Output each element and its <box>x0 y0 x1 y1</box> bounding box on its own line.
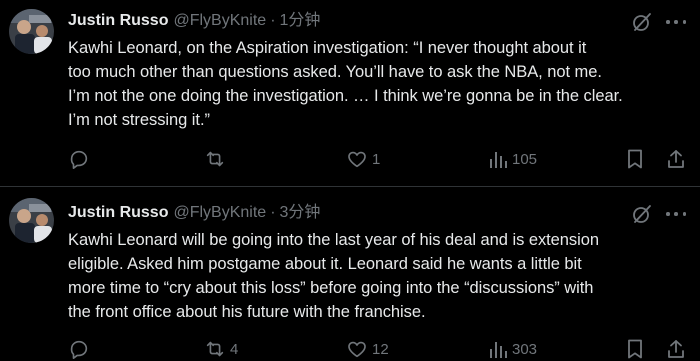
views-button[interactable]: 105 <box>488 147 537 171</box>
share-icon <box>666 148 686 170</box>
like-icon <box>346 148 368 170</box>
reply-button[interactable] <box>68 337 94 361</box>
repost-button[interactable]: 4 <box>204 337 238 361</box>
more-icon[interactable] <box>666 206 686 222</box>
share-icon <box>666 338 686 360</box>
avatar[interactable] <box>9 9 54 54</box>
like-button[interactable]: 1 <box>346 147 380 171</box>
like-button[interactable]: 12 <box>346 337 389 361</box>
separator: · <box>270 12 276 29</box>
grok-icon[interactable] <box>630 10 654 34</box>
avatar[interactable] <box>9 198 54 243</box>
views-count: 303 <box>512 340 538 358</box>
repost-count: 4 <box>230 340 239 358</box>
repost-icon <box>204 148 226 170</box>
timestamp[interactable]: 3分钟 <box>280 202 321 224</box>
tweet-text: Kawhi Leonard, on the Aspiration investi… <box>68 39 623 129</box>
views-icon <box>488 338 508 360</box>
share-button[interactable] <box>666 147 686 171</box>
timestamp[interactable]: 1分钟 <box>280 10 321 32</box>
views-button[interactable]: 303 <box>488 337 537 361</box>
tweet[interactable]: Justin Russo @FlyByKnite · 3分钟 Kawhi Leo… <box>0 187 700 361</box>
repost-icon <box>204 338 226 360</box>
bookmark-icon <box>625 338 645 360</box>
like-count: 12 <box>372 340 389 358</box>
more-icon[interactable] <box>666 14 686 30</box>
share-button[interactable] <box>666 337 686 361</box>
tweet-header: Justin Russo @FlyByKnite · 1分钟 <box>68 10 320 32</box>
bookmark-button[interactable] <box>625 147 645 171</box>
tweet[interactable]: Justin Russo @FlyByKnite · 1分钟 Kawhi Leo… <box>0 0 700 186</box>
like-count: 1 <box>372 150 381 168</box>
action-bar: 1 105 <box>0 147 700 171</box>
action-bar: 4 12 303 <box>0 337 700 361</box>
tweet-header: Justin Russo @FlyByKnite · 3分钟 <box>68 202 320 224</box>
views-count: 105 <box>512 150 538 168</box>
separator: · <box>270 204 276 221</box>
author-name[interactable]: Justin Russo <box>68 10 168 32</box>
author-handle[interactable]: @FlyByKnite <box>173 10 266 32</box>
grok-icon[interactable] <box>630 202 654 226</box>
repost-button[interactable] <box>204 147 230 171</box>
reply-button[interactable] <box>68 147 94 171</box>
bookmark-icon <box>625 148 645 170</box>
like-icon <box>346 338 368 360</box>
reply-icon <box>68 148 90 170</box>
reply-icon <box>68 338 90 360</box>
tweet-text: Kawhi Leonard will be going into the las… <box>68 231 600 321</box>
bookmark-button[interactable] <box>625 337 645 361</box>
author-name[interactable]: Justin Russo <box>68 202 168 224</box>
views-icon <box>488 148 508 170</box>
author-handle[interactable]: @FlyByKnite <box>173 202 266 224</box>
